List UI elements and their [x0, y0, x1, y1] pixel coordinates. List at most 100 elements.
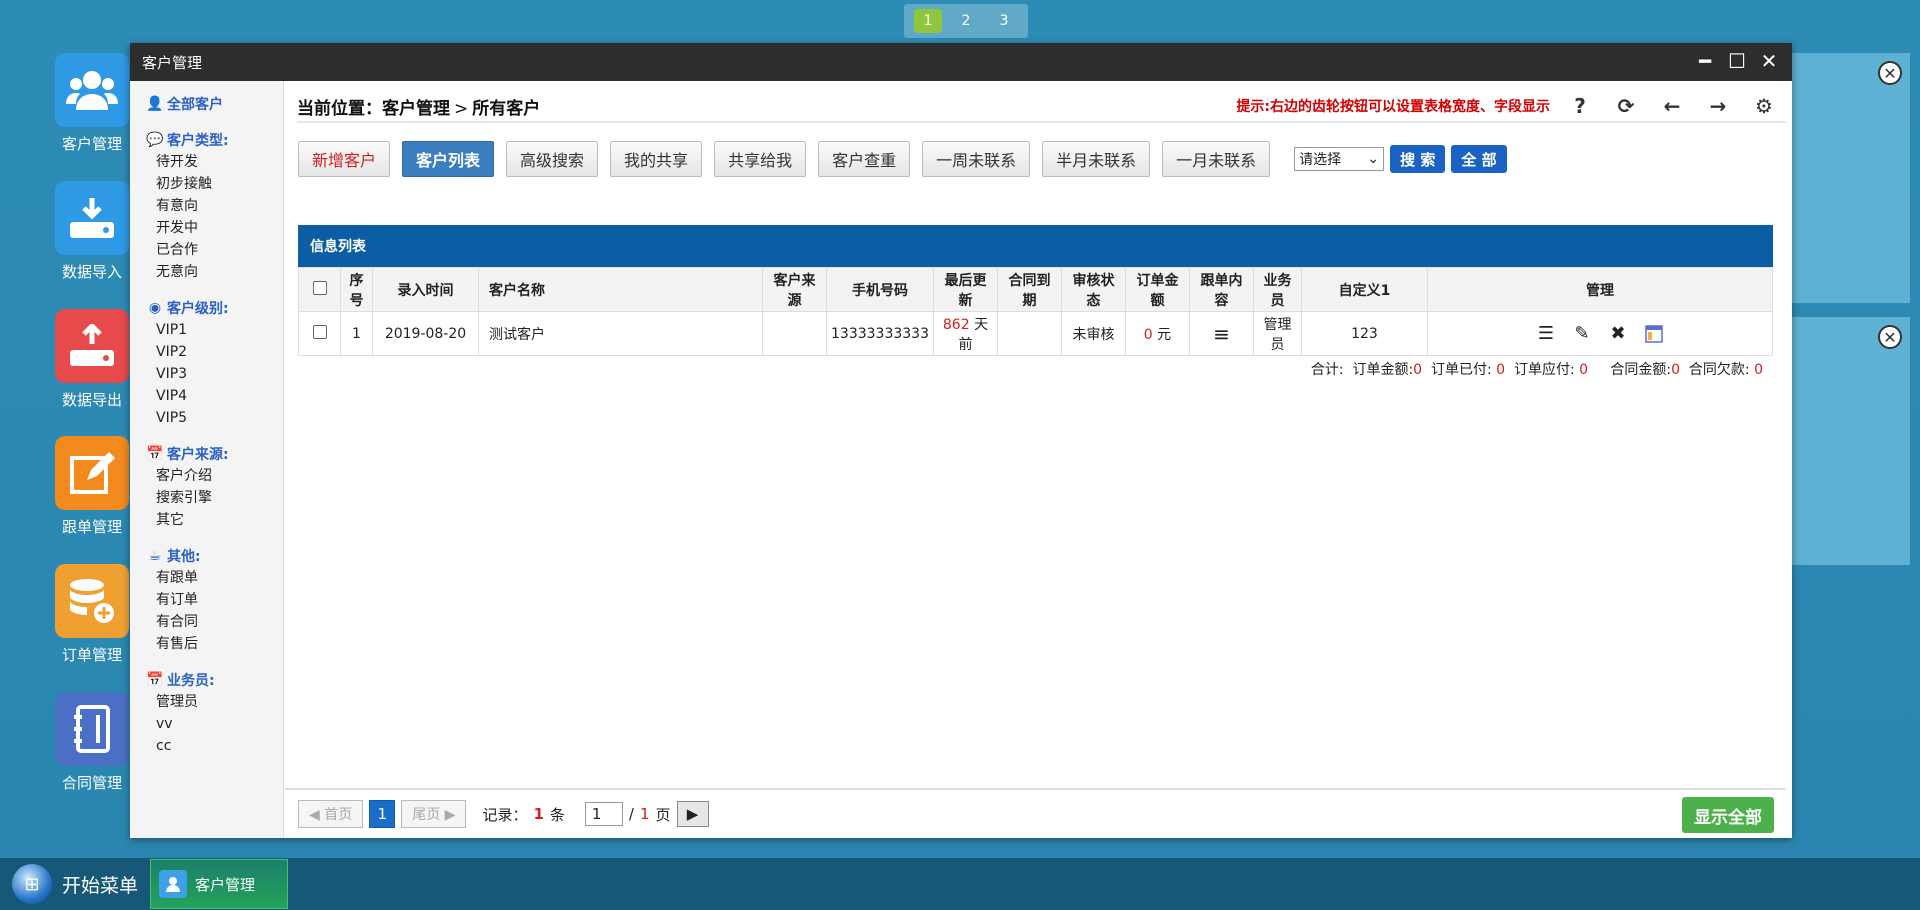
workspace-3[interactable]: 3	[990, 9, 1018, 33]
followup-list-icon[interactable]: ≡	[1213, 322, 1230, 346]
sidebar-item[interactable]: 开发中	[146, 217, 283, 239]
hint-text: 提示:右边的齿轮按钮可以设置表格宽度、字段显示	[1236, 99, 1550, 115]
page-input[interactable]: 1	[584, 802, 623, 826]
sidebar-item[interactable]: vv	[146, 713, 283, 735]
desktop-icon-import[interactable]: 数据导入	[55, 181, 129, 282]
window-titlebar[interactable]: 客户管理 ━ ☐ ✕	[130, 43, 1792, 81]
customer-window: 客户管理 ━ ☐ ✕ 👤 全部客户 💬 客户类型: 待开发 初步接触 有意向 开发…	[130, 43, 1792, 838]
pagination: ◀ 首页 1 尾页 ▶ 记录： 1 条 1 /1 页 ▶ 显示全部	[285, 788, 1786, 838]
shared-to-me-button[interactable]: 共享给我	[714, 141, 807, 177]
back-arrow-icon[interactable]: ←	[1660, 93, 1684, 119]
page-number-button[interactable]: 1	[369, 800, 396, 828]
forward-arrow-icon[interactable]: →	[1706, 93, 1730, 119]
sidebar-item[interactable]: 已合作	[146, 239, 283, 261]
filter-select[interactable]: 请选择 ⌄	[1294, 147, 1385, 171]
close-icon[interactable]: ✕	[1878, 325, 1902, 349]
sidebar-item[interactable]: 待开发	[146, 151, 283, 173]
minimize-icon[interactable]: ━	[1694, 49, 1716, 73]
calendar-icon: 📅	[146, 446, 164, 462]
sidebar-item[interactable]: 搜索引擎	[146, 487, 283, 509]
sidebar-item[interactable]: 管理员	[146, 691, 283, 713]
sidebar-item[interactable]: 客户介绍	[146, 465, 283, 487]
row-checkbox[interactable]	[312, 324, 327, 339]
sidebar-item[interactable]: 有跟单	[146, 567, 283, 589]
start-menu-button[interactable]: ⊞ 开始菜单	[0, 864, 150, 904]
background-window-1: ✕	[1780, 53, 1910, 303]
taskbar-item-customers[interactable]: 客户管理	[150, 859, 288, 909]
sidebar-group-level: ◉ 客户级别: VIP1 VIP2 VIP3 VIP4 VIP5	[146, 297, 283, 429]
user-icon: 👤	[146, 96, 164, 112]
sidebar-group-owner: 📅 业务员: 管理员 vv cc	[146, 669, 283, 757]
sidebar-item[interactable]: 其它	[146, 509, 283, 531]
search-button[interactable]: 搜 索	[1390, 145, 1446, 173]
help-icon[interactable]: ?	[1568, 93, 1592, 119]
notebook-icon	[55, 692, 129, 766]
close-icon[interactable]: ✕	[1758, 49, 1780, 73]
close-icon[interactable]: ✕	[1878, 61, 1902, 85]
first-page-button[interactable]: ◀ 首页	[298, 800, 364, 828]
sidebar-item[interactable]: 无意向	[146, 261, 283, 283]
show-all-filter-button[interactable]: 全 部	[1451, 145, 1507, 173]
breadcrumb: 当前位置：客户管理 > 所有客户 提示:右边的齿轮按钮可以设置表格宽度、字段显示 ?…	[297, 91, 1786, 123]
list-icon[interactable]: ☰	[1535, 323, 1557, 345]
halfmonth-no-contact-button[interactable]: 半月未联系	[1042, 141, 1151, 177]
database-icon	[55, 564, 129, 638]
customer-table: 序号 录入时间 客户名称 客户来源 手机号码 最后更新 合同到期 审核状态 订单…	[298, 267, 1774, 356]
background-window-2: ✕	[1780, 317, 1910, 565]
select-all-checkbox[interactable]	[312, 280, 327, 295]
detail-icon[interactable]	[1643, 323, 1665, 345]
window-title: 客户管理	[142, 53, 203, 72]
last-page-button[interactable]: 尾页 ▶	[401, 800, 467, 828]
taskbar: ⊞ 开始菜单 客户管理	[0, 858, 1920, 910]
col-header: 录入时间	[372, 267, 479, 312]
workspace-2[interactable]: 2	[952, 9, 980, 33]
import-icon	[55, 181, 129, 255]
sidebar-all-customers[interactable]: 👤 全部客户	[146, 93, 283, 115]
sidebar-item[interactable]: 有售后	[146, 633, 283, 655]
sidebar-group-other: ☕ 其他: 有跟单 有订单 有合同 有售后	[146, 545, 283, 655]
customer-list-button[interactable]: 客户列表	[402, 141, 495, 177]
panel-title: 信息列表	[298, 225, 1773, 267]
month-no-contact-button[interactable]: 一月未联系	[1162, 141, 1271, 177]
go-page-button[interactable]: ▶	[676, 801, 709, 827]
sidebar-item[interactable]: 有订单	[146, 589, 283, 611]
my-share-button[interactable]: 我的共享	[610, 141, 703, 177]
refresh-icon[interactable]: ⟳	[1614, 93, 1638, 119]
dedupe-button[interactable]: 客户查重	[818, 141, 911, 177]
edit-icon[interactable]: ✎	[1571, 323, 1593, 345]
workspace-switcher: 1 2 3	[904, 4, 1028, 38]
gear-icon[interactable]: ⚙	[1752, 93, 1776, 119]
desktop-icon-followup[interactable]: 跟单管理	[55, 436, 129, 537]
sidebar-item[interactable]: VIP3	[146, 363, 283, 385]
add-customer-button[interactable]: 新增客户	[298, 141, 391, 177]
table-row: 1 2019-08-20 测试客户 13333333333 862 天前 未审核…	[298, 311, 1774, 356]
sidebar-item[interactable]: VIP4	[146, 385, 283, 407]
desktop-icon-orders[interactable]: 订单管理	[55, 564, 129, 665]
sidebar-item[interactable]: cc	[146, 735, 283, 757]
sidebar-item[interactable]: VIP1	[146, 319, 283, 341]
week-no-contact-button[interactable]: 一周未联系	[922, 141, 1031, 177]
sidebar-item[interactable]: VIP2	[146, 341, 283, 363]
sidebar-item[interactable]: 初步接触	[146, 173, 283, 195]
main-content: 当前位置：客户管理 > 所有客户 提示:右边的齿轮按钮可以设置表格宽度、字段显示 ?…	[285, 81, 1792, 838]
desktop-icon-contracts[interactable]: 合同管理	[55, 692, 129, 793]
desktop-icon-export[interactable]: 数据导出	[55, 309, 129, 410]
desktop-icon-customers[interactable]: 客户管理	[55, 53, 129, 154]
cup-icon: ☕	[148, 548, 162, 564]
chevron-down-icon: ⌄	[1367, 151, 1380, 167]
windows-logo-icon: ⊞	[12, 864, 52, 904]
customer-name-cell[interactable]: 测试客户	[478, 311, 763, 356]
sidebar-item[interactable]: 有合同	[146, 611, 283, 633]
delete-icon[interactable]: ✖	[1607, 323, 1629, 345]
breadcrumb-section[interactable]: 客户管理	[382, 99, 450, 119]
workspace-1[interactable]: 1	[914, 9, 942, 33]
sidebar-item[interactable]: VIP5	[146, 407, 283, 429]
col-header: 自定义1	[1300, 267, 1428, 312]
col-header: 管理	[1426, 267, 1774, 312]
show-all-button[interactable]: 显示全部	[1682, 797, 1774, 833]
level-icon: ◉	[148, 300, 162, 316]
advanced-search-button[interactable]: 高级搜索	[506, 141, 599, 177]
sidebar-item[interactable]: 有意向	[146, 195, 283, 217]
maximize-icon[interactable]: ☐	[1726, 49, 1748, 73]
col-header: 手机号码	[826, 267, 934, 312]
